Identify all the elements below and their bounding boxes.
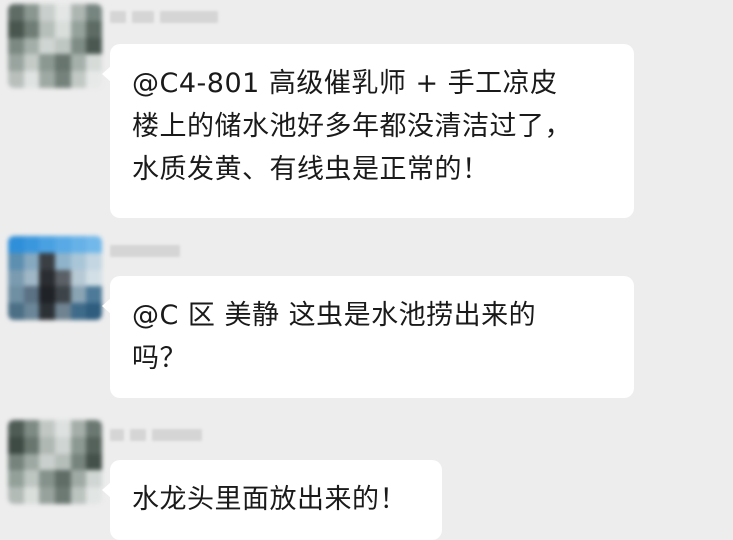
message-bubble-2[interactable]: @C 区 美静 这虫是水池捞出来的 吗？	[102, 276, 634, 398]
avatar[interactable]	[8, 236, 102, 320]
message-bubble-3[interactable]: 水龙头里面放出来的！	[102, 460, 442, 540]
message-line: @C4-801 高级催乳师 + 手工凉皮	[132, 68, 558, 99]
avatar[interactable]	[8, 4, 102, 88]
message-bubble-1[interactable]: @C4-801 高级催乳师 + 手工凉皮 楼上的储水池好多年都没清洁过了， 水质…	[102, 44, 634, 218]
chat-window: @C4-801 高级催乳师 + 手工凉皮 楼上的储水池好多年都没清洁过了， 水质…	[0, 0, 733, 540]
message-line: 吗？	[132, 343, 187, 374]
avatar[interactable]	[8, 420, 102, 504]
sender-name-redacted	[110, 244, 180, 258]
sender-name-redacted	[110, 10, 218, 24]
message-line: 水龙头里面放出来的！	[132, 484, 407, 515]
message-line: 水质发黄、有线虫是正常的！	[132, 154, 490, 185]
sender-name-redacted	[110, 428, 202, 442]
message-line: @C 区 美静 这虫是水池捞出来的	[132, 300, 537, 331]
message-line: 楼上的储水池好多年都没清洁过了，	[132, 111, 572, 142]
